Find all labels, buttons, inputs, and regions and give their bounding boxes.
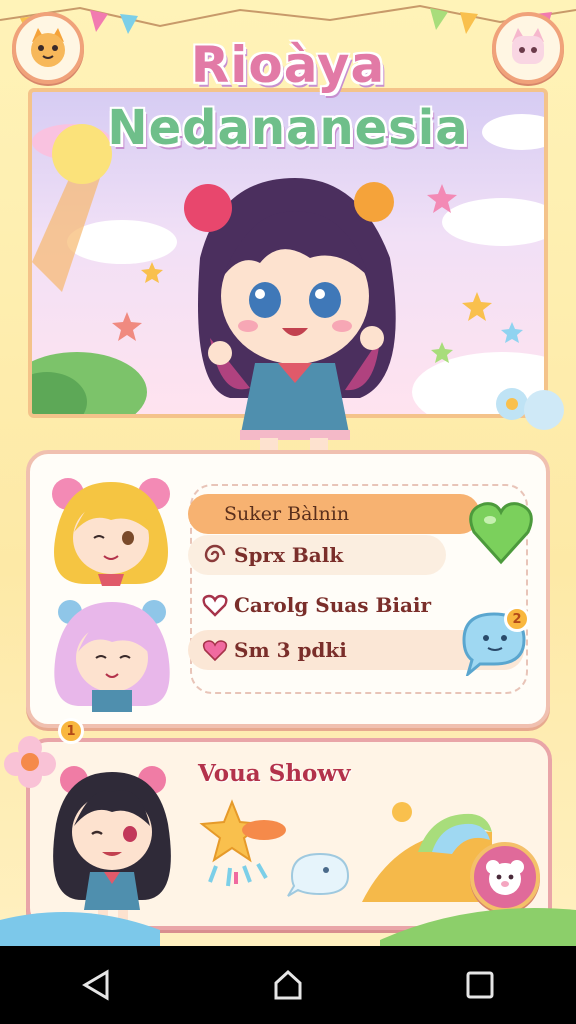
game-screen: Rioàya Nedananesia Suker Bàlnin Sprx Bal… xyxy=(0,0,576,946)
home-button[interactable] xyxy=(248,955,328,1015)
menu-button[interactable] xyxy=(492,12,564,84)
recents-button[interactable] xyxy=(440,955,520,1015)
system-navigation-bar xyxy=(0,946,576,1024)
back-button[interactable] xyxy=(56,955,136,1015)
bear-face-icon xyxy=(486,860,524,895)
menu-item-label: Sprx Balk xyxy=(234,543,344,567)
heart-icon xyxy=(202,640,228,662)
menu-item-label: Suker Bàlnin xyxy=(224,503,350,525)
ground-decoration xyxy=(0,908,576,946)
notification-badge: 1 xyxy=(58,718,84,744)
avatar-lavender[interactable] xyxy=(48,594,176,718)
menu-item-1[interactable]: Suker Bàlnin xyxy=(188,494,480,534)
avatar-blonde[interactable] xyxy=(46,474,176,594)
back-triangle-icon xyxy=(82,969,109,1001)
swirl-icon xyxy=(204,544,226,563)
menu-item-label: Sm 3 pdki xyxy=(234,638,347,662)
home-icon xyxy=(274,969,302,1000)
heart-outline-icon xyxy=(202,594,228,617)
menu-item-2[interactable]: Sprx Balk xyxy=(188,535,446,575)
star-rainbow-icon xyxy=(199,799,286,887)
cat-face-icon xyxy=(512,28,544,64)
heart-button[interactable] xyxy=(468,496,534,566)
recents-square-icon xyxy=(466,971,494,999)
profile-button[interactable] xyxy=(12,12,84,84)
title-line-2: Nedananesia xyxy=(107,100,469,156)
story-title: Voua Showv xyxy=(198,760,351,787)
cat-face-icon xyxy=(31,28,65,67)
title-line-1: Rioàya xyxy=(190,36,386,94)
ghost-bubble-icon xyxy=(287,852,350,897)
rainbow-hill-art xyxy=(362,802,492,902)
chat-count-badge: 2 xyxy=(504,606,530,632)
menu-item-label: Carolg Suas Biair xyxy=(234,593,432,617)
flower-decoration xyxy=(496,388,564,430)
main-character-sprite xyxy=(184,178,396,468)
